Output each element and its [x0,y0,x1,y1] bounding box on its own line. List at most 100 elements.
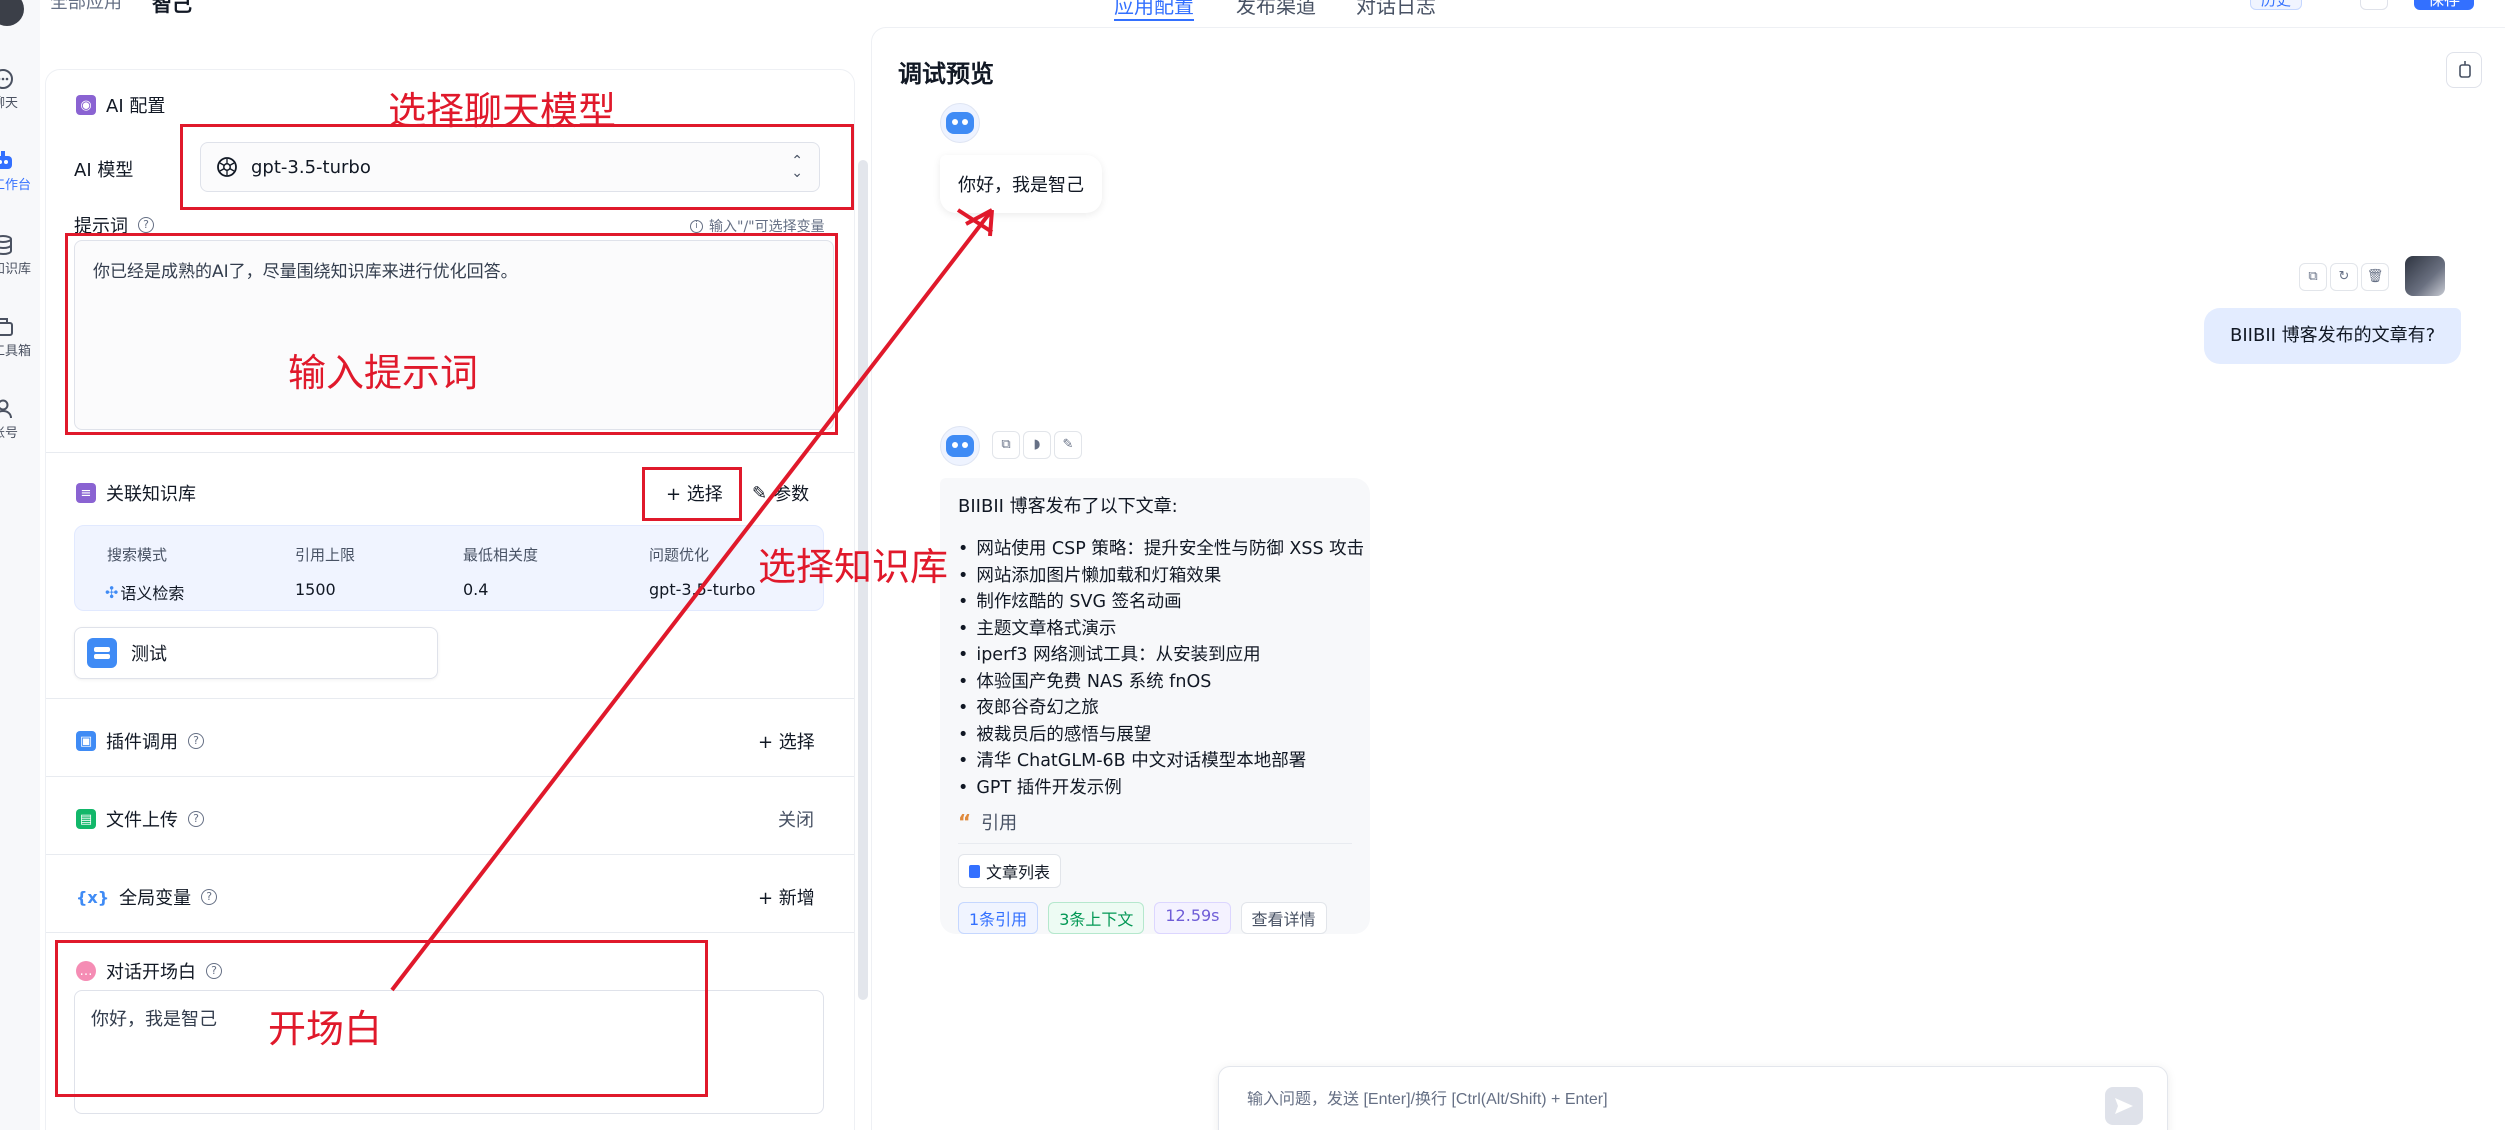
info-icon: i [690,219,703,233]
user-avatar-rail[interactable] [0,0,24,26]
edit-icon[interactable]: ✎ [1054,431,1082,459]
ai-config-title: AI 配置 [106,96,166,117]
app-root: 聊天 工作台 知识库 工具箱 账号 全部应用 智己 [0,0,2505,1130]
save-button[interactable]: 保存 [2414,0,2475,10]
database-icon: ≡ [76,483,96,503]
annotation-box-prompt [65,233,838,435]
list-item: 网站使用 CSP 策略：提升安全性与防御 XSS 攻击 [958,536,1364,563]
citation-count-tag[interactable]: 1条引用 [958,902,1039,934]
divider [46,854,854,855]
tab-app-config[interactable]: 应用配置 [1114,0,1194,21]
copy-icon[interactable]: ⧉ [2299,263,2327,291]
user-icon [0,398,14,420]
user-message: BIIBII 博客发布的文章有? [2204,308,2462,364]
file-upload-toggle[interactable]: 关闭 [778,806,814,832]
toolbox-icon: ▣ [76,731,96,751]
citation-chip[interactable]: 文章列表 [958,854,1062,888]
breadcrumb-all-apps[interactable]: 全部应用 [50,0,122,14]
document-icon [969,864,980,878]
annotation-text-opening: 开场白 [268,1007,383,1051]
copy-icon[interactable]: ⧉ [992,431,1020,459]
plugin-select-button[interactable]: + 选择 [758,728,815,754]
nav-item-toolbox[interactable]: 工具箱 [0,316,32,359]
answer-intro: BIIBII 博客发布了以下文章: [958,496,1178,517]
kb-value-search-mode: ✣ 语义检索 [105,580,184,604]
citation-name: 文章列表 [986,863,1051,882]
semantic-search-icon: ✣ [105,582,119,602]
kb-params-label: 参数 [773,484,810,505]
kb-value-min-relevance: 0.4 [463,580,489,599]
welcome-message: 你好，我是智己 [940,155,1102,213]
file-icon: ▤ [76,809,96,829]
ai-config-header: ◉ AI 配置 [76,92,165,118]
nav-label-toolbox: 工具箱 [0,344,32,359]
preview-title: 调试预览 [898,60,994,88]
delete-icon[interactable]: 🗑 [2361,263,2389,291]
nav-item-chat[interactable]: 聊天 [0,68,32,111]
divider [46,932,854,933]
robot-icon [0,150,14,172]
global-vars-title: 全局变量 [119,888,192,909]
nav-item-workbench[interactable]: 工作台 [0,150,32,193]
kb-header-search-mode: 搜索模式 [107,546,168,564]
ai-model-label: AI 模型 [74,160,134,181]
kb-params-button[interactable]: ✎ 参数 [752,480,809,506]
speak-icon[interactable]: ◗ [1023,431,1051,459]
user-avatar [2405,256,2445,296]
linked-kb-name: 测试 [131,644,167,665]
nav-label-account: 账号 [0,426,19,441]
version-history-button[interactable]: 历史 [2250,0,2303,10]
send-button[interactable] [2105,1087,2143,1125]
divider [46,698,854,699]
help-icon[interactable]: ? [188,733,204,749]
view-details-button[interactable]: 查看详情 [1240,902,1327,934]
robot-icon: ◉ [76,95,96,115]
nav-item-account[interactable]: 账号 [0,398,32,441]
robot-icon [946,435,974,457]
kb-value-search-mode-text: 语义检索 [120,584,185,603]
kb-header-min-relevance: 最低相关度 [463,546,539,564]
linked-kb-card[interactable]: 测试 [74,627,438,679]
robot-icon [946,112,974,134]
list-item: 被裁员后的感悟与展望 [958,722,1352,749]
help-icon[interactable]: ? [188,811,204,827]
context-count-tag[interactable]: 3条上下文 [1048,902,1145,934]
annotation-text-model: 选择聊天模型 [388,89,617,133]
annotation-box-kb [642,467,742,521]
clear-chat-button[interactable] [2446,52,2482,88]
list-item: 主题文章格式演示 [958,616,1352,643]
send-icon [2115,1098,2133,1114]
divider [46,776,854,777]
app-name: 智己 [152,0,192,16]
plugin-header: ▣ 插件调用 ? [76,728,204,754]
quote-label: 引用 [981,813,1018,834]
kb-settings-table[interactable]: 搜索模式 引用上限 最低相关度 问题优化 ✣ 语义检索 1500 0.4 gpt… [74,525,824,611]
kb-header-query-optimize: 问题优化 [649,546,710,564]
variable-icon: {x} [76,887,110,907]
kb-header-limit: 引用上限 [295,546,356,564]
refresh-button[interactable] [2360,0,2388,10]
tab-publish-channels[interactable]: 发布渠道 [1236,0,1316,19]
list-item: GPT 插件开发示例 [958,775,1352,802]
knowledge-base-header: ≡ 关联知识库 [76,480,196,506]
chat-input-box [1218,1066,2168,1130]
tab-chat-logs[interactable]: 对话日志 [1356,0,1436,19]
toolbox-icon [0,316,14,338]
list-item: 夜郎谷奇幻之旅 [958,695,1352,722]
kb-value-limit: 1500 [295,580,336,599]
quote-row: “ 引用 [958,809,1352,844]
retry-icon[interactable]: ↻ [2330,263,2358,291]
list-item: 清华 ChatGLM-6B 中文对话模型本地部署 [958,748,1352,775]
kb-value-query-optimize: gpt-3.5-turbo [649,580,756,599]
help-icon[interactable]: ? [138,217,154,233]
add-variable-button[interactable]: + 新增 [758,884,815,910]
knowledge-base-title: 关联知识库 [106,484,196,505]
nav-item-knowledge[interactable]: 知识库 [0,234,32,277]
chat-input[interactable] [1247,1091,2007,1109]
edit-icon: ✎ [752,482,768,504]
list-item: 制作炫酷的 SVG 签名动画 [958,589,1352,616]
annotation-box-model [180,124,854,210]
side-nav-rail: 聊天 工作台 知识库 工具箱 账号 [0,0,40,1130]
help-icon[interactable]: ? [201,889,218,905]
annotation-text-prompt: 输入提示词 [288,351,479,395]
